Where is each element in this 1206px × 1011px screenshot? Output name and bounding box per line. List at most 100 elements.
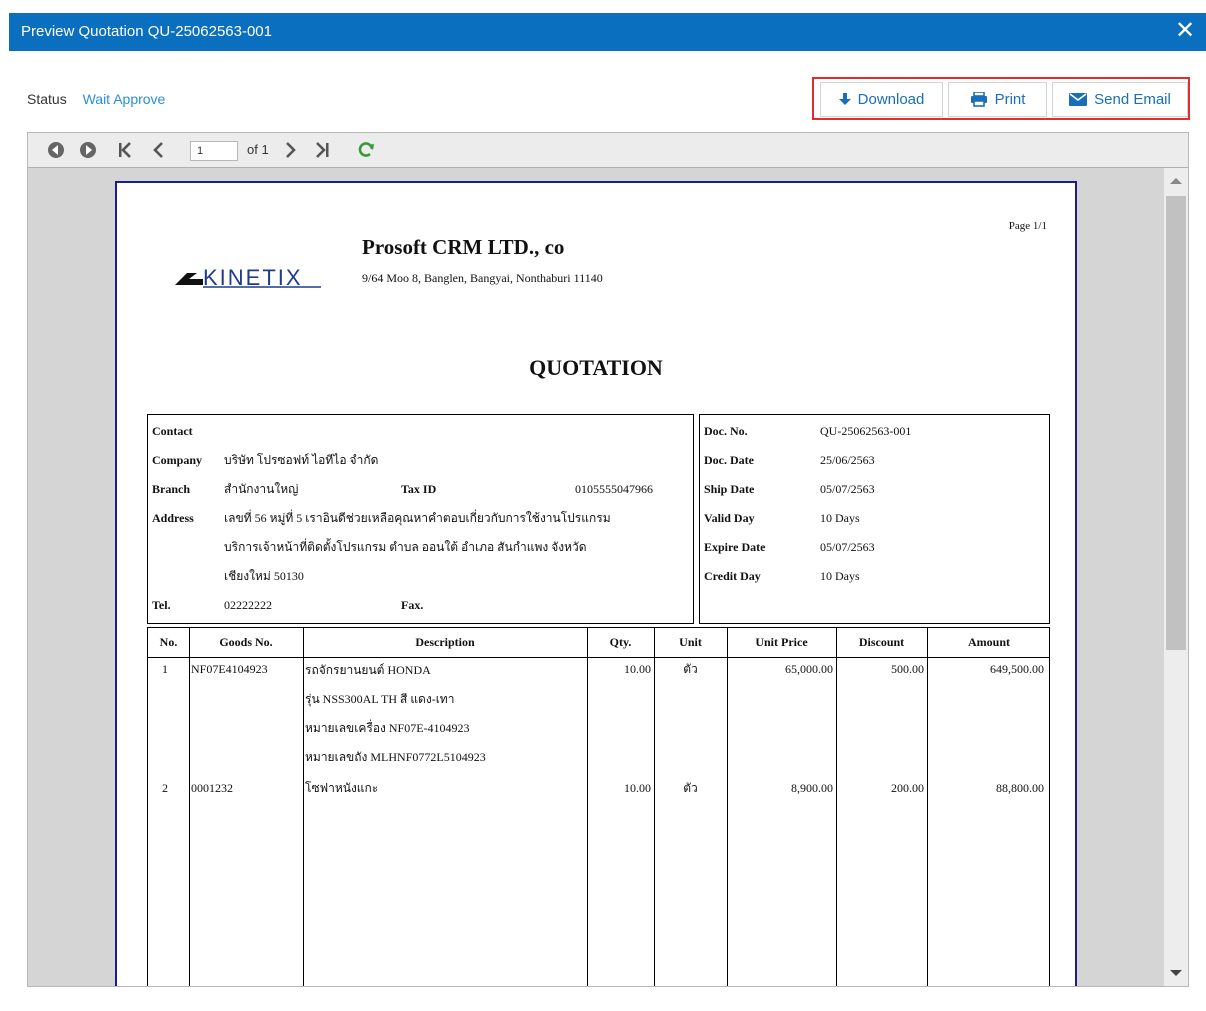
address-label: Address xyxy=(152,511,194,525)
col-divider xyxy=(189,628,190,986)
company-label: Company xyxy=(152,453,203,467)
row1-desc-2: รุ่น NSS300AL TH สี แดง-เทา xyxy=(305,692,455,706)
row1-unit-price: 65,000.00 xyxy=(785,662,833,676)
th-amount: Amount xyxy=(967,635,1010,649)
page-count-text: of 1 xyxy=(247,142,269,157)
envelope-icon xyxy=(1069,93,1088,106)
next-page-icon[interactable] xyxy=(280,140,300,160)
row1-desc-3: หมายเลขเครื่อง NF07E-4104923 xyxy=(305,721,470,735)
print-button[interactable]: Print xyxy=(948,82,1047,117)
forward-icon[interactable] xyxy=(78,140,98,160)
branch-label: Branch xyxy=(152,482,191,496)
action-button-group: Download Print Send Email xyxy=(812,77,1190,120)
row1-desc-4: หมายเลขถัง MLHNF0772L5104923 xyxy=(305,750,486,764)
row1-discount: 500.00 xyxy=(891,662,924,676)
shipdate-value: 05/07/2563 xyxy=(820,482,875,496)
address-line-2: บริการเจ้าหน้าที่ติดตั้งโปรแกรม ตำบล ออน… xyxy=(224,540,587,554)
docdate-value: 25/06/2563 xyxy=(820,453,875,467)
download-icon xyxy=(838,93,851,105)
docdate-label: Doc. Date xyxy=(704,453,754,467)
address-line-1: เลขที่ 56 หมู่ที่ 5 เราอินดีช่วยเหลือคุณ… xyxy=(224,511,611,525)
taxid-value: 0105555047966 xyxy=(575,482,653,496)
row2-desc-1: โซฟาหนังแกะ xyxy=(305,781,379,795)
dialog-titlebar: Preview Quotation QU-25062563-001 ✕ xyxy=(9,13,1206,51)
prev-page-icon[interactable] xyxy=(149,140,169,160)
row2-qty: 10.00 xyxy=(624,781,651,795)
header-divider xyxy=(148,657,1049,658)
status-value: Wait Approve xyxy=(82,91,166,107)
company-address: 9/64 Moo 8, Banglen, Bangyai, Nonthaburi… xyxy=(362,271,603,285)
vertical-scrollbar[interactable] xyxy=(1164,168,1188,986)
print-label: Print xyxy=(994,91,1026,108)
page-indicator: Page 1/1 xyxy=(1008,220,1047,232)
th-goods-no: Goods No. xyxy=(219,635,273,649)
th-qty: Qty. xyxy=(609,635,632,649)
row1-qty: 10.00 xyxy=(624,662,651,676)
row2-discount: 200.00 xyxy=(891,781,924,795)
refresh-icon[interactable] xyxy=(356,140,376,160)
row2-goods-no: 0001232 xyxy=(191,781,233,795)
col-divider xyxy=(587,628,588,986)
back-icon[interactable] xyxy=(46,140,66,160)
th-discount: Discount xyxy=(858,635,905,649)
col-divider xyxy=(303,628,304,986)
row1-amount: 649,500.00 xyxy=(990,662,1044,676)
svg-text:KINETIX: KINETIX xyxy=(203,265,303,289)
kinetix-logo: KINETIX xyxy=(175,265,321,289)
row2-unit: ตัว xyxy=(683,781,698,795)
send-email-label: Send Email xyxy=(1094,91,1171,108)
validday-label: Valid Day xyxy=(704,511,755,525)
docno-value: QU-25062563-001 xyxy=(820,424,912,438)
first-page-icon[interactable] xyxy=(115,140,135,160)
row1-no: 1 xyxy=(162,662,168,676)
expire-value: 05/07/2563 xyxy=(820,540,875,554)
th-unit: Unit xyxy=(679,635,702,649)
document-title: QUOTATION xyxy=(529,355,663,380)
th-no: No. xyxy=(159,635,178,649)
download-button[interactable]: Download xyxy=(820,82,943,117)
credit-label: Credit Day xyxy=(704,569,761,583)
row1-goods-no: NF07E4104923 xyxy=(191,662,268,676)
fax-label: Fax. xyxy=(401,598,424,612)
col-divider xyxy=(927,628,928,986)
scroll-up-arrow-icon[interactable] xyxy=(1170,178,1182,184)
th-unit-price: Unit Price xyxy=(755,635,808,649)
close-icon[interactable]: ✕ xyxy=(1172,17,1198,45)
items-table: No. Goods No. Description Qty. Unit Unit… xyxy=(147,627,1050,986)
branch-value: สำนักงานใหญ่ xyxy=(224,482,299,496)
col-divider xyxy=(654,628,655,986)
company-name: Prosoft CRM LTD., co xyxy=(362,235,565,259)
col-divider xyxy=(727,628,728,986)
address-line-3: เชียงใหม่ 50130 xyxy=(224,569,304,583)
page-number-input[interactable]: 1 xyxy=(190,141,238,161)
dialog-title: Preview Quotation QU-25062563-001 xyxy=(21,23,272,40)
scroll-thumb[interactable] xyxy=(1166,196,1186,650)
scroll-down-arrow-icon[interactable] xyxy=(1170,970,1182,976)
status-row: Status Wait Approve xyxy=(27,91,165,107)
quotation-page: Page 1/1 KINETIX Prosoft CRM LTD., co 9/… xyxy=(115,181,1077,986)
shipdate-label: Ship Date xyxy=(704,482,755,496)
th-description: Description xyxy=(415,635,475,649)
last-page-icon[interactable] xyxy=(312,140,332,160)
send-email-button[interactable]: Send Email xyxy=(1052,82,1188,117)
row2-amount: 88,800.00 xyxy=(996,781,1044,795)
printer-icon xyxy=(970,92,987,107)
row2-no: 2 xyxy=(162,781,168,795)
taxid-label: Tax ID xyxy=(401,482,437,496)
doc-info-box: Doc. No. QU-25062563-001 Doc. Date 25/06… xyxy=(699,414,1050,624)
tel-value: 02222222 xyxy=(224,598,272,612)
report-viewer: 1 of 1 Page 1/1 KINETIX Prosoft CRM LTD.… xyxy=(27,132,1189,987)
row1-unit: ตัว xyxy=(683,662,698,676)
status-label: Status xyxy=(27,91,67,107)
expire-label: Expire Date xyxy=(704,540,766,554)
col-divider xyxy=(836,628,837,986)
download-label: Download xyxy=(857,91,925,108)
company-value: บริษัท โปรซอฟท์ ไอทีไอ จำกัด xyxy=(224,453,379,467)
validday-value: 10 Days xyxy=(820,511,860,525)
tel-label: Tel. xyxy=(152,598,171,612)
contact-box: Contact Company บริษัท โปรซอฟท์ ไอทีไอ จ… xyxy=(147,414,694,624)
viewer-toolbar: 1 of 1 xyxy=(28,133,1188,168)
docno-label: Doc. No. xyxy=(704,424,748,438)
credit-value: 10 Days xyxy=(820,569,860,583)
contact-label: Contact xyxy=(152,424,193,438)
